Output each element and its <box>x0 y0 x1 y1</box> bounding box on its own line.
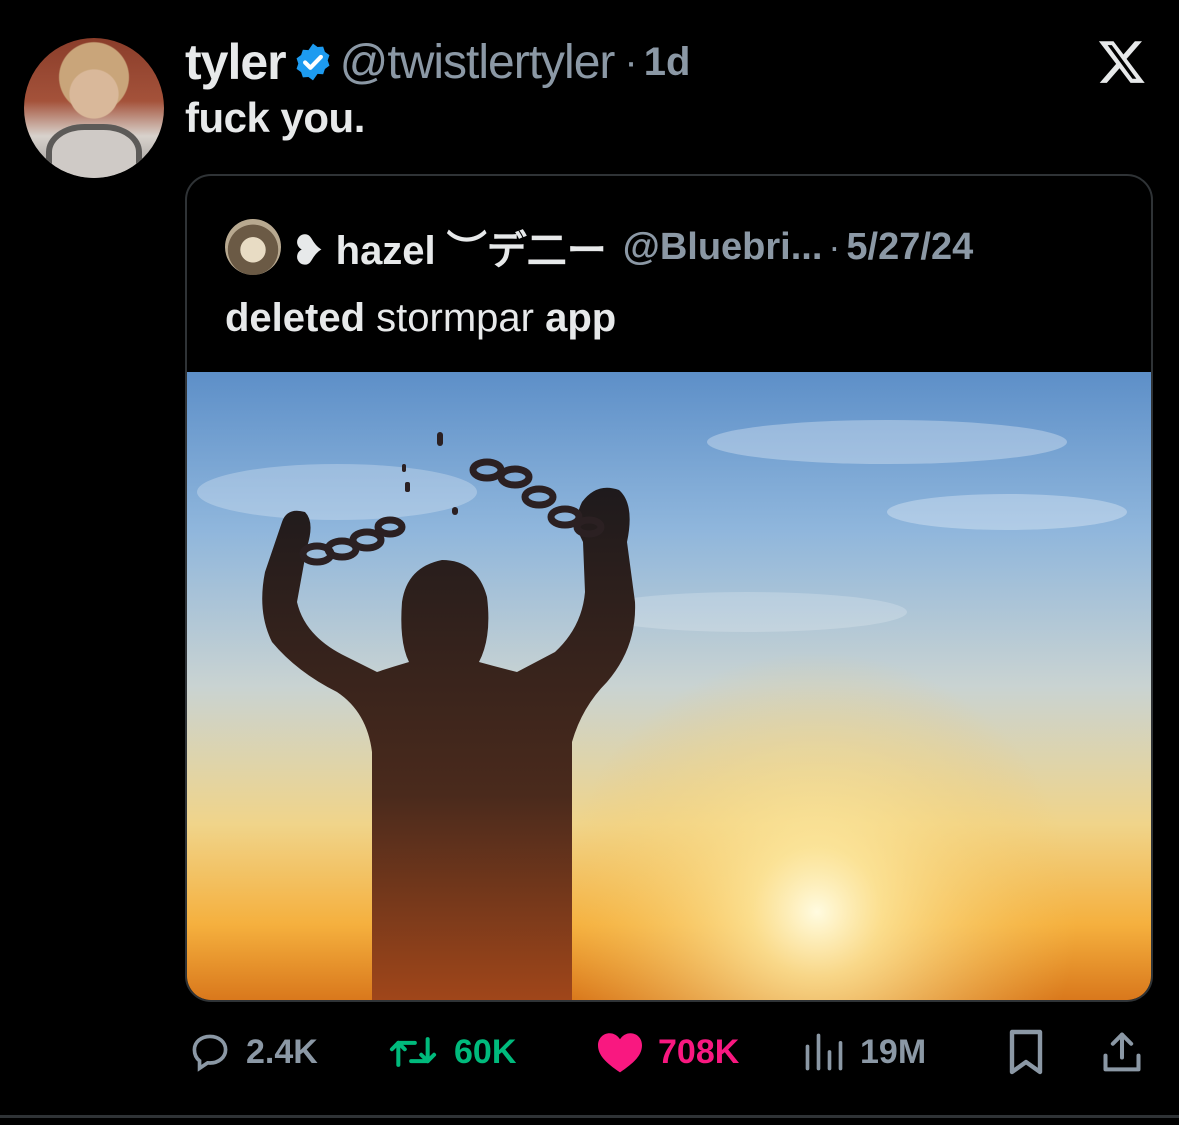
reply-count: 2.4K <box>246 1032 318 1071</box>
like-button[interactable]: 708K <box>596 1020 739 1084</box>
x-logo-icon <box>1098 41 1145 83</box>
quoted-author-avatar[interactable] <box>225 219 281 275</box>
tweet-header: tyler @twistlertyler · 1d <box>185 30 690 94</box>
like-icon <box>598 1033 642 1073</box>
share-icon <box>1103 1032 1141 1072</box>
quoted-author-handle[interactable]: @Bluebri... <box>623 226 823 269</box>
reply-button[interactable]: 2.4K <box>188 1020 318 1084</box>
author-handle[interactable]: @twistlertyler <box>340 35 616 90</box>
repost-count: 60K <box>454 1032 517 1071</box>
reply-icon <box>192 1034 228 1072</box>
views-button[interactable]: 19M <box>802 1020 926 1084</box>
quoted-tweet-date: 5/27/24 <box>846 225 974 268</box>
repost-button[interactable]: 60K <box>386 1020 516 1084</box>
quoted-separator-dot: · <box>828 226 841 267</box>
quoted-tweet-card[interactable]: ❥ hazel ︶デ二ー @Bluebri... · 5/27/24 delet… <box>185 174 1153 1002</box>
quoted-tweet-text: deleted stormpar app <box>225 296 616 341</box>
quoted-text-bold-app: app <box>545 296 617 340</box>
verified-badge-icon <box>296 43 330 81</box>
repost-icon <box>389 1037 437 1067</box>
views-count: 19M <box>860 1032 927 1071</box>
author-name[interactable]: tyler <box>185 33 287 91</box>
like-count: 708K <box>658 1032 740 1071</box>
quoted-text-bold-deleted: deleted <box>225 296 366 340</box>
author-avatar[interactable] <box>24 38 164 178</box>
silhouette-breaking-chains-image <box>187 372 1151 1000</box>
bookmark-icon <box>1009 1029 1043 1075</box>
views-icon <box>805 1033 843 1071</box>
divider-line <box>0 1115 1179 1118</box>
quoted-tweet-image[interactable] <box>187 372 1151 1000</box>
tweet-actions-bar: 2.4K 60K 708K 19M <box>0 1020 1179 1084</box>
quoted-author-name[interactable]: ❥ hazel ︶デ二ー <box>291 218 607 276</box>
quoted-tweet-header: ❥ hazel ︶デ二ー @Bluebri... · 5/27/24 <box>225 218 973 276</box>
quoted-text-regular: stormpar <box>365 296 546 340</box>
bookmark-button[interactable] <box>1006 1020 1060 1084</box>
separator-dot: · <box>624 39 638 84</box>
tweet-time[interactable]: 1d <box>644 40 691 85</box>
tweet-text: fuck you. <box>185 94 365 141</box>
share-button[interactable] <box>1100 1020 1158 1084</box>
